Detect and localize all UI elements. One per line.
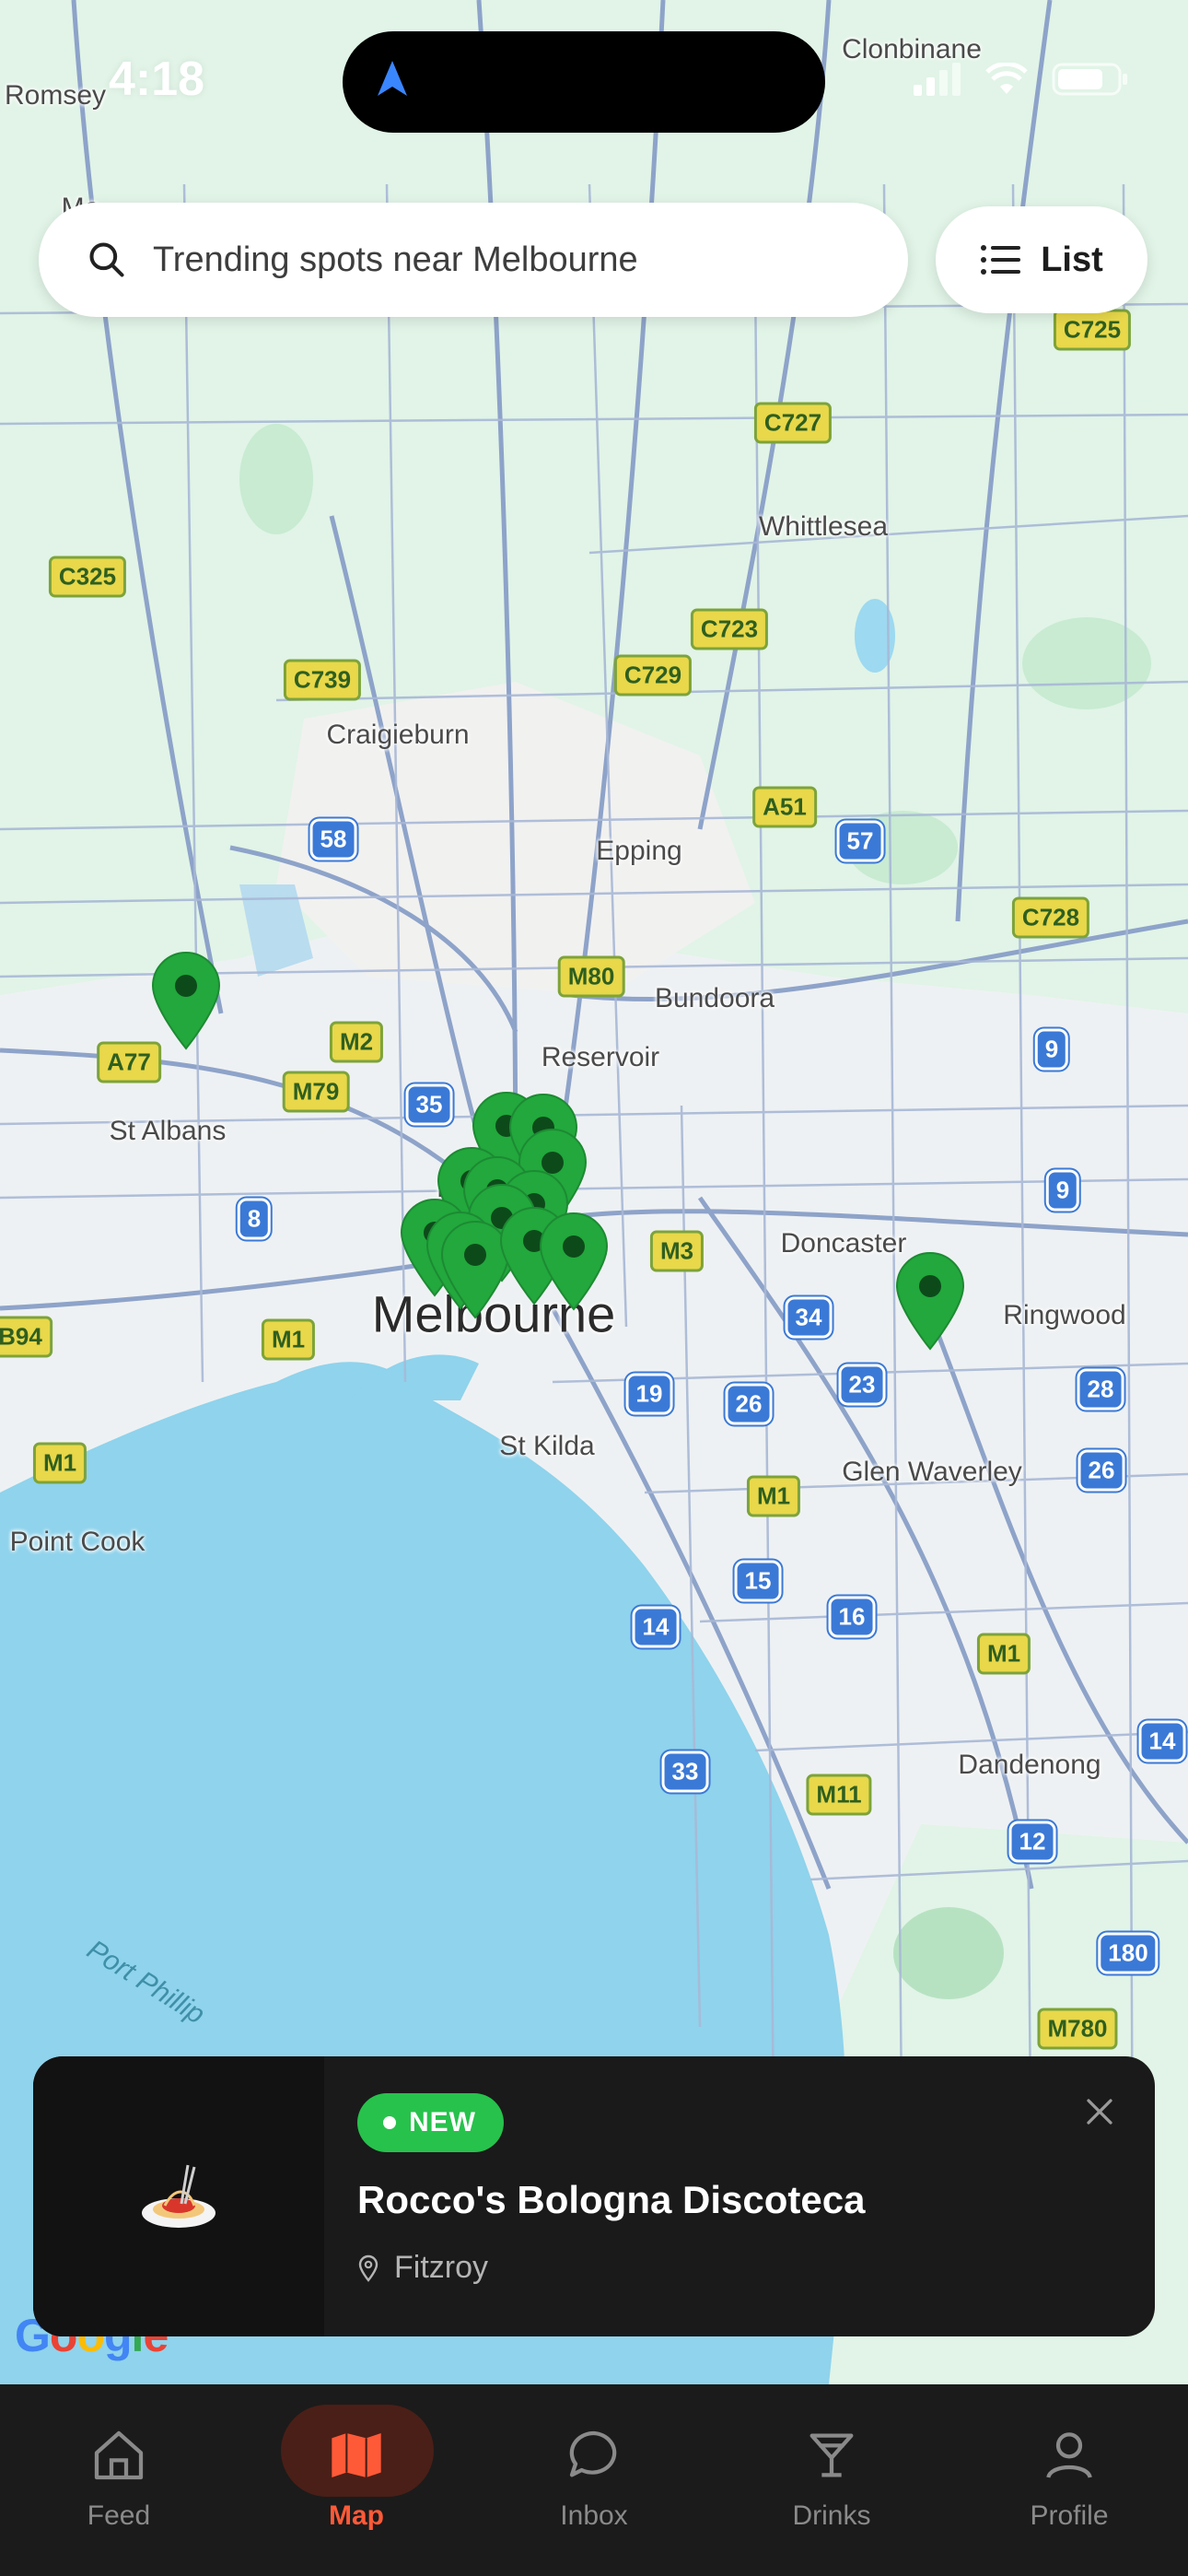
road-shield: 19 — [625, 1373, 673, 1415]
tab-map-label: Map — [329, 2500, 384, 2531]
road-shield: C739 — [283, 659, 362, 701]
home-icon — [87, 2423, 151, 2488]
battery-icon — [1052, 63, 1127, 96]
tab-drinks-label: Drinks — [792, 2500, 871, 2531]
tab-bar: Feed Map Inbox Drinks Profile — [0, 2384, 1188, 2576]
road-shield: 15 — [734, 1560, 782, 1602]
road-shield: 9 — [1034, 1028, 1069, 1071]
tab-map[interactable]: Map — [238, 2384, 475, 2576]
road-shield: B94 — [0, 1316, 52, 1358]
road-shield: M780 — [1037, 2008, 1118, 2050]
road-shield: C728 — [1011, 896, 1090, 939]
place-label: St Kilda — [499, 1431, 595, 1461]
tab-inbox[interactable]: Inbox — [475, 2384, 713, 2576]
close-icon — [1087, 2099, 1112, 2125]
road-shield: A51 — [752, 786, 817, 828]
tab-feed[interactable]: Feed — [0, 2384, 238, 2576]
search-bar[interactable]: Trending spots near Melbourne — [39, 203, 908, 317]
road-shield: M2 — [329, 1021, 384, 1063]
place-label: Point Cook — [9, 1527, 146, 1557]
road-shield: 14 — [1138, 1720, 1186, 1762]
venue-thumbnail — [33, 2056, 324, 2336]
road-shield: 180 — [1098, 1932, 1159, 1974]
tab-inbox-label: Inbox — [560, 2500, 628, 2531]
map-pin[interactable] — [893, 1249, 967, 1351]
road-shield: 16 — [828, 1596, 876, 1638]
place-label: Glen Waverley — [842, 1457, 1022, 1487]
road-shield: 14 — [632, 1606, 680, 1648]
road-shield: 26 — [1077, 1449, 1125, 1492]
road-shield: C325 — [48, 556, 127, 598]
place-label: Bundoora — [654, 983, 775, 1013]
list-icon — [981, 245, 1021, 275]
place-label: Ringwood — [1003, 1300, 1126, 1330]
place-label: Craigieburn — [326, 720, 470, 750]
venue-title: Rocco's Bologna Discoteca — [357, 2178, 866, 2221]
list-button[interactable]: List — [936, 206, 1147, 313]
person-icon — [1037, 2423, 1101, 2488]
signal-icon — [914, 63, 961, 96]
map-view[interactable]: ClonbinaneRomseyMo...WhittleseaCraigiebu… — [0, 0, 1188, 2384]
status-icons — [914, 61, 1129, 98]
status-time: 4:18 — [109, 53, 205, 106]
road-shield: 9 — [1045, 1169, 1080, 1212]
road-shield: M1 — [261, 1318, 316, 1361]
road-shield: 35 — [405, 1083, 453, 1126]
place-label: Romsey — [4, 80, 107, 111]
location-arrow-icon — [370, 57, 414, 106]
place-label: Epping — [596, 836, 682, 866]
venue-card[interactable]: NEW Rocco's Bologna Discoteca Fitzroy — [33, 2056, 1155, 2336]
search-placeholder: Trending spots near Melbourne — [153, 240, 638, 279]
road-shield: 34 — [785, 1296, 833, 1339]
road-shield: 33 — [661, 1751, 709, 1793]
road-shield: C723 — [690, 608, 769, 650]
tab-profile[interactable]: Profile — [950, 2384, 1188, 2576]
chat-bubble-icon — [562, 2423, 626, 2488]
map-pin[interactable] — [537, 1210, 611, 1311]
place-label: Dandenong — [958, 1750, 1101, 1780]
road-shield: M80 — [557, 955, 625, 998]
venue-location: Fitzroy — [357, 2250, 488, 2286]
road-shield: M1 — [746, 1475, 801, 1517]
tab-feed-label: Feed — [87, 2500, 151, 2531]
road-shield: 58 — [309, 818, 357, 861]
road-shield: M1 — [976, 1633, 1031, 1675]
map-icon — [324, 2423, 389, 2488]
road-shield: M11 — [806, 1774, 872, 1816]
road-shield: C729 — [613, 654, 693, 697]
place-label: Doncaster — [780, 1228, 907, 1259]
road-shield: M3 — [649, 1230, 705, 1272]
map-base — [0, 0, 1188, 2384]
place-label: Reservoir — [541, 1042, 660, 1072]
close-card-button[interactable] — [1072, 2084, 1127, 2139]
tab-profile-label: Profile — [1030, 2500, 1109, 2531]
road-shield: 12 — [1008, 1821, 1056, 1863]
dynamic-island — [343, 31, 825, 133]
road-shield: 23 — [838, 1364, 886, 1406]
road-shield: M79 — [282, 1071, 350, 1113]
road-shield: 28 — [1077, 1368, 1124, 1411]
road-shield: C725 — [1053, 309, 1132, 351]
cocktail-icon — [799, 2423, 864, 2488]
road-shield: 26 — [725, 1383, 773, 1425]
new-badge: NEW — [357, 2093, 504, 2152]
road-shield: M1 — [32, 1442, 87, 1484]
road-shield: 57 — [836, 820, 884, 862]
road-shield: C727 — [753, 402, 833, 444]
place-label: Whittlesea — [758, 511, 889, 542]
list-button-label: List — [1041, 240, 1103, 279]
spaghetti-icon — [142, 2164, 215, 2228]
road-shield: 8 — [237, 1198, 272, 1240]
tab-drinks[interactable]: Drinks — [713, 2384, 950, 2576]
wifi-icon — [985, 63, 1028, 94]
map-pin[interactable] — [149, 949, 223, 1050]
search-icon — [89, 242, 124, 277]
place-label: St Albans — [109, 1116, 227, 1146]
location-pin-icon — [358, 2254, 379, 2282]
